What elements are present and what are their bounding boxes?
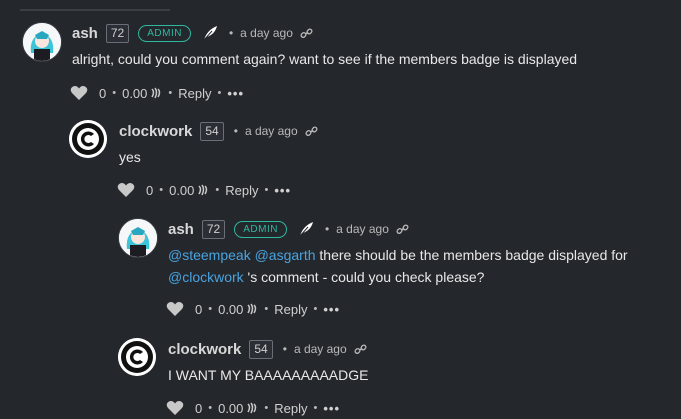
admin-badge: ADMIN <box>138 24 191 42</box>
vote-count[interactable]: 0 <box>99 86 106 101</box>
link-icon[interactable] <box>305 125 318 138</box>
more-options-button[interactable]: ••• <box>227 86 244 101</box>
reply-button[interactable]: Reply <box>274 401 307 416</box>
separator-dot: • <box>208 303 213 315</box>
payout-value[interactable]: 0.00 <box>122 86 147 101</box>
comment-clockwork-1: clockwork 54 • a day ago yes 0 • 0.00 • … <box>69 120 669 210</box>
timestamp[interactable]: a day ago <box>336 222 389 236</box>
mention-link[interactable]: @steempeak <box>168 247 251 263</box>
author-name[interactable]: clockwork <box>119 123 192 140</box>
separator-dot: • <box>324 222 330 236</box>
link-icon[interactable] <box>354 343 367 356</box>
separator-dot: • <box>228 26 234 40</box>
comment-ash-2: ash 72 ADMIN • a day ago @steempeak @asg… <box>118 218 678 328</box>
separator-dot: • <box>313 303 318 315</box>
admin-badge: ADMIN <box>234 220 287 238</box>
clockwork-logo-icon <box>69 120 107 158</box>
timestamp[interactable]: a day ago <box>245 124 298 138</box>
payout-value[interactable]: 0.00 <box>218 401 243 416</box>
comment-actions: 0 • 0.00 • Reply • ••• <box>166 299 340 319</box>
feather-icon <box>201 24 219 42</box>
mention-link[interactable]: @asgarth <box>255 247 316 263</box>
comment-actions: 0 • 0.00 • Reply • ••• <box>166 398 340 418</box>
ash-avatar-icon <box>119 219 157 257</box>
avatar[interactable] <box>69 120 107 158</box>
separator-dot: • <box>159 184 164 196</box>
separator-dot: • <box>264 303 269 315</box>
separator-dot: • <box>264 402 269 414</box>
more-options-button[interactable]: ••• <box>274 183 291 198</box>
clockwork-logo-icon <box>118 338 156 376</box>
feather-icon <box>297 220 315 238</box>
author-name[interactable]: ash <box>168 221 194 238</box>
comment-body: alright, could you comment again? want t… <box>72 51 578 67</box>
avatar[interactable] <box>22 22 62 62</box>
separator-dot: • <box>217 87 222 99</box>
avatar[interactable] <box>118 218 158 258</box>
reply-button[interactable]: Reply <box>274 302 307 317</box>
link-icon[interactable] <box>396 223 409 236</box>
comment-body: @steempeak @asgarth there should be the … <box>168 244 628 288</box>
separator-dot: • <box>208 402 213 414</box>
payout-value[interactable]: 0.00 <box>169 183 194 198</box>
ash-avatar-icon <box>23 23 61 61</box>
separator-dot: • <box>264 184 269 196</box>
timestamp[interactable]: a day ago <box>240 26 293 40</box>
author-name[interactable]: ash <box>72 25 98 42</box>
reply-button[interactable]: Reply <box>178 86 211 101</box>
heart-icon[interactable] <box>166 400 184 416</box>
vote-count[interactable]: 0 <box>195 401 202 416</box>
heart-icon[interactable] <box>117 182 135 198</box>
steem-icon <box>246 402 258 414</box>
payout-value[interactable]: 0.00 <box>218 302 243 317</box>
heart-icon[interactable] <box>166 301 184 317</box>
comment-ash-1: ash 72 ADMIN • a day ago alright, could … <box>22 22 662 117</box>
separator-dot: • <box>313 402 318 414</box>
comment-body: I WANT MY BAAAAAAAAADGE <box>168 367 369 383</box>
comment-text: there should be the members badge displa… <box>315 247 628 263</box>
reply-button[interactable]: Reply <box>225 183 258 198</box>
previous-comment-edge <box>0 0 681 11</box>
separator-dot: • <box>112 87 117 99</box>
reputation-badge: 72 <box>105 23 130 43</box>
heart-icon[interactable] <box>70 85 88 101</box>
vote-count[interactable]: 0 <box>195 302 202 317</box>
comment-actions: 0 • 0.00 • Reply • ••• <box>70 83 244 103</box>
comment-actions: 0 • 0.00 • Reply • ••• <box>117 180 291 200</box>
timestamp[interactable]: a day ago <box>294 342 347 356</box>
link-icon[interactable] <box>300 27 313 40</box>
steem-icon <box>150 87 162 99</box>
comment-body: yes <box>119 149 141 165</box>
steem-icon <box>246 303 258 315</box>
comment-clockwork-2: clockwork 54 • a day ago I WANT MY BAAAA… <box>118 338 678 418</box>
separator-dot: • <box>233 124 238 138</box>
reputation-badge: 54 <box>249 339 273 359</box>
separator-dot: • <box>215 184 220 196</box>
more-options-button[interactable]: ••• <box>323 401 340 416</box>
author-name[interactable]: clockwork <box>168 341 241 358</box>
comment-text: 's comment - could you check please? <box>243 269 485 285</box>
reputation-badge: 54 <box>200 121 224 141</box>
mention-link[interactable]: @clockwork <box>168 269 244 285</box>
separator-dot: • <box>168 87 173 99</box>
avatar[interactable] <box>118 338 156 376</box>
more-options-button[interactable]: ••• <box>323 302 340 317</box>
reputation-badge: 72 <box>201 219 226 239</box>
separator-dot: • <box>282 342 287 356</box>
vote-count[interactable]: 0 <box>146 183 153 198</box>
steem-icon <box>197 184 209 196</box>
